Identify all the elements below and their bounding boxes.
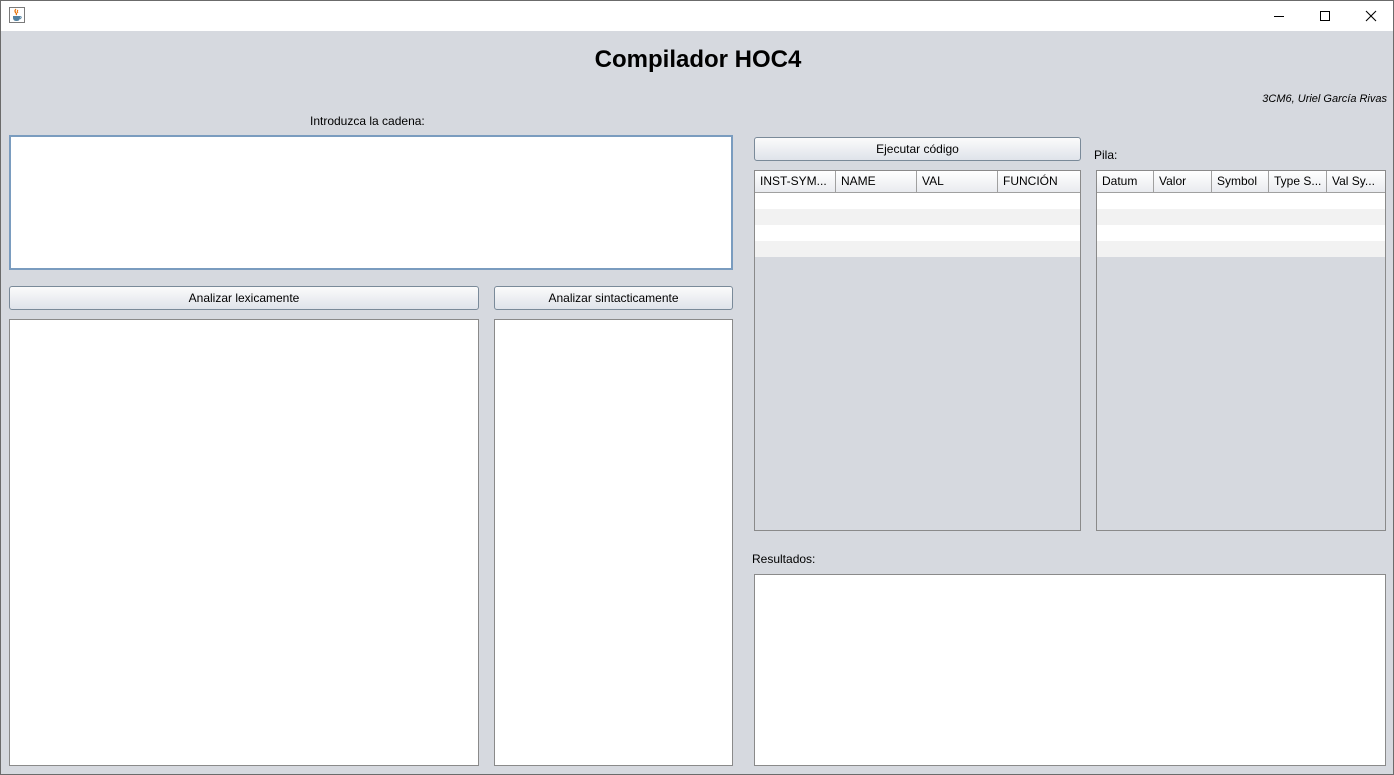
app-window: Compilador HOC4 3CM6, Uriel García Rivas…	[0, 0, 1394, 775]
minimize-icon	[1274, 16, 1284, 17]
column-header[interactable]: Datum	[1097, 171, 1154, 192]
stack-table[interactable]: Datum Valor Symbol Type S... Val Sy...	[1096, 170, 1386, 531]
stack-label: Pila:	[1094, 148, 1118, 162]
close-button[interactable]	[1348, 1, 1393, 31]
syntactic-output-textarea[interactable]	[494, 319, 733, 766]
column-header[interactable]: INST-SYM...	[755, 171, 836, 192]
maximize-icon	[1320, 11, 1330, 21]
column-header[interactable]: Type S...	[1269, 171, 1327, 192]
table-row[interactable]	[1097, 209, 1385, 225]
input-label: Introduzca la cadena:	[310, 114, 425, 128]
page-title: Compilador HOC4	[594, 46, 802, 73]
symbols-table[interactable]: INST-SYM... NAME VAL FUNCIÓN	[754, 170, 1081, 531]
code-input-textarea[interactable]	[9, 135, 733, 270]
symbols-table-header: INST-SYM... NAME VAL FUNCIÓN	[755, 171, 1080, 193]
table-row[interactable]	[1097, 193, 1385, 209]
table-row[interactable]	[1097, 225, 1385, 241]
analyze-lexical-button[interactable]: Analizar lexicamente	[9, 286, 479, 310]
author-label: 3CM6, Uriel García Rivas	[1262, 93, 1387, 105]
table-row[interactable]	[755, 209, 1080, 225]
maximize-button[interactable]	[1302, 1, 1348, 31]
column-header[interactable]: NAME	[836, 171, 917, 192]
stack-table-header: Datum Valor Symbol Type S... Val Sy...	[1097, 171, 1385, 193]
column-header[interactable]: Symbol	[1212, 171, 1269, 192]
execute-code-button[interactable]: Ejecutar código	[754, 137, 1081, 161]
close-icon	[1365, 10, 1377, 22]
title-bar	[1, 1, 1393, 31]
table-row[interactable]	[1097, 241, 1385, 257]
column-header[interactable]: VAL	[917, 171, 998, 192]
column-header[interactable]: FUNCIÓN	[998, 171, 1080, 192]
java-cup-icon[interactable]	[9, 7, 25, 23]
minimize-button[interactable]	[1256, 1, 1302, 31]
results-label: Resultados:	[752, 552, 816, 566]
results-textarea[interactable]	[754, 574, 1386, 766]
table-row[interactable]	[755, 225, 1080, 241]
analyze-syntactic-button[interactable]: Analizar sintacticamente	[494, 286, 733, 310]
table-row[interactable]	[755, 241, 1080, 257]
lexical-output-textarea[interactable]	[9, 319, 479, 766]
column-header[interactable]: Valor	[1154, 171, 1212, 192]
table-row[interactable]	[755, 193, 1080, 209]
column-header[interactable]: Val Sy...	[1327, 171, 1385, 192]
